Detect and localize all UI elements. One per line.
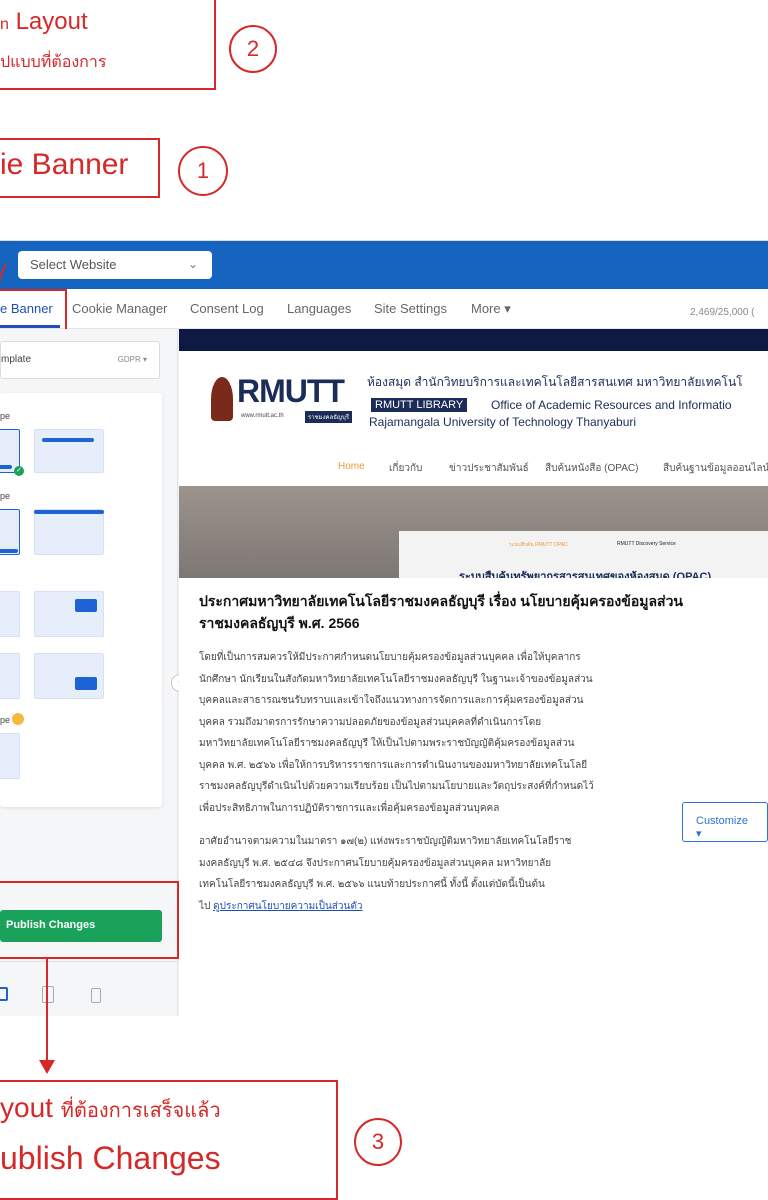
usage-counter: 2,469/25,000 ( <box>690 307 755 318</box>
annotation-step3-line1: yout ที่ต้องการเสร็จแล้ว <box>0 1092 221 1126</box>
emblem-icon <box>211 377 233 421</box>
annotation-step3-layout: yout <box>0 1092 53 1123</box>
site-logo: RMUTT www.rmutt.ac.th ราชมงคลธัญบุรี <box>197 371 369 429</box>
notice-title-line1: ประกาศมหาวิทยาลัยเทคโนโลยีราชมงคลธัญบุรี… <box>199 593 684 609</box>
notice-title-line2: ราชมงคลธัญบุรี พ.ศ. 2566 <box>199 615 360 631</box>
university-text: Rajamangala University of Technology Tha… <box>369 415 637 429</box>
hero-search-panel: ระบบสืบค้น RMUTT OPAC RMUTT Discovery Se… <box>399 531 768 578</box>
hero-caption: ระบบสืบค้นทรัพยากรสารสนเทศของห้องสมุด (O… <box>459 571 712 578</box>
layout-option-2-bar <box>42 438 94 442</box>
desktop-icon[interactable] <box>0 987 8 1001</box>
annotation-step2-number: 2 <box>229 25 277 73</box>
logo-text: RMUTT <box>237 373 345 409</box>
annotation-step3-line2: ublish Changes <box>0 1140 221 1176</box>
logo-sub: ราชมงคลธัญบุรี <box>305 411 353 423</box>
tab-more[interactable]: More ▾ <box>471 301 511 317</box>
template-value: GDPR ▾ <box>117 355 147 364</box>
annotation-arrow-line <box>46 959 48 1016</box>
para1-line: มหาวิทยาลัยเทคโนโลยีราชมงคลธัญบุรี ให้เป… <box>199 738 575 749</box>
para1-line: โดยที่เป็นการสมควรให้มีประกาศกำหนดนโยบาย… <box>199 652 581 663</box>
site-top-bar <box>179 329 768 351</box>
notice-paragraph-1: โดยที่เป็นการสมควรให้มีประกาศกำหนดนโยบาย… <box>199 647 679 819</box>
notice-paragraph-2: อาศัยอำนาจตามความในมาตรา ๑๗(๒) แห่งพระรา… <box>199 831 679 917</box>
annotation-step2-line2: ปแบบที่ต้องการ <box>0 54 107 71</box>
para2-last-prefix: ไป <box>199 900 211 912</box>
customize-button[interactable]: Customize ▾ <box>682 802 768 842</box>
site-menu-about[interactable]: เกี่ยวกับ <box>389 461 422 476</box>
annotation-step2-line1: n Layout <box>0 8 88 36</box>
layout-option-1-bar <box>0 465 12 469</box>
para1-line: บุคคลและสาธารณชนรับทราบและเข้าใจถึงแนวทา… <box>199 695 584 706</box>
tablet-icon[interactable] <box>42 986 54 1003</box>
template-label: mplate <box>1 354 32 365</box>
para1-line: เพื่อประสิทธิภาพในการปฏิบัติราชการและเพื… <box>199 802 500 814</box>
chevron-down-icon: ⌄ <box>187 257 198 271</box>
annotation-step2-prefix: n <box>0 16 9 33</box>
layout-option-6-box <box>75 599 97 612</box>
site-menu-news[interactable]: ข่าวประชาสัมพันธ์ <box>449 461 529 476</box>
site-menu-databases[interactable]: สืบค้นฐานข้อมูลออนไลน์ <box>663 461 768 476</box>
para2-last-line: ไป ดูประกาศนโยบายความเป็นส่วนตัว <box>199 896 679 918</box>
layout-option-4[interactable] <box>34 509 104 555</box>
logo-url: www.rmutt.ac.th <box>241 413 284 419</box>
layout-option-5[interactable] <box>0 591 20 637</box>
panel-divider <box>0 961 178 962</box>
site-header-thai: ห้องสมุด สำนักวิทยบริการและเทคโนโลยีสารส… <box>367 375 743 389</box>
layout-option-4-bar <box>34 510 104 514</box>
annotation-publish-highlight <box>0 881 179 959</box>
website-select[interactable]: Select Website ⌄ <box>18 251 212 279</box>
mobile-icon[interactable] <box>91 988 101 1003</box>
section-label-2: pe <box>0 491 11 501</box>
crown-icon <box>12 713 24 725</box>
para1-line: ราชมงคลธัญบุรีดำเนินไปด้วยความเรียบร้อย … <box>199 781 594 792</box>
site-hero: ระบบสืบค้น RMUTT OPAC RMUTT Discovery Se… <box>179 486 768 578</box>
policy-link[interactable]: ดูประกาศนโยบายความเป็นส่วนตัว <box>213 901 362 912</box>
section-label-1: pe <box>0 411 11 421</box>
layout-option-8-box <box>75 677 97 690</box>
section-label-3: pe <box>0 715 11 725</box>
layout-option-8[interactable] <box>34 653 104 699</box>
layout-option-9[interactable] <box>0 733 20 779</box>
hero-tab-opac[interactable]: ระบบสืบค้น RMUTT OPAC <box>509 541 568 549</box>
para2-line: อาศัยอำนาจตามความในมาตรา ๑๗(๒) แห่งพระรา… <box>199 836 572 847</box>
para2-line: มงคลธัญบุรี พ.ศ. ๒๕๔๘ จึงประกาศนโยบายคุ้… <box>199 857 552 869</box>
layout-option-3-bar <box>0 549 18 553</box>
template-select[interactable]: mplate GDPR ▾ <box>0 341 160 379</box>
annotation-arrow-head <box>39 1060 55 1074</box>
layout-option-2[interactable] <box>34 429 104 473</box>
main-nav: e Banner Cookie Manager Consent Log Lang… <box>0 289 768 329</box>
top-bar: Select Website ⌄ <box>0 241 768 289</box>
para1-line: บุคคล พ.ศ. ๒๕๖๖ เพื่อให้การบริหารราชการแ… <box>199 759 588 771</box>
check-icon: ✓ <box>14 466 24 476</box>
annotation-step3-thai: ที่ต้องการเสร็จแล้ว <box>60 1100 221 1122</box>
annotation-step1-label: ie Banner <box>0 148 129 181</box>
tab-consent-log[interactable]: Consent Log <box>190 301 264 316</box>
website-preview: RMUTT www.rmutt.ac.th ราชมงคลธัญบุรี ห้อ… <box>179 329 768 1016</box>
library-badge: RMUTT LIBRARY <box>371 398 468 412</box>
hero-tab-discovery[interactable]: RMUTT Discovery Service <box>617 541 676 547</box>
para2-line: เทคโนโลยีราชมงคลธัญบุรี พ.ศ. ๒๕๖๖ แนบท้า… <box>199 879 545 890</box>
annotation-step1-number: 1 <box>178 146 228 196</box>
website-select-label: Select Website <box>30 257 117 272</box>
annotation-step3-number: 3 <box>354 1118 402 1166</box>
site-menu-home[interactable]: Home <box>338 461 365 472</box>
app-screenshot: Select Website ⌄ e Banner Cookie Manager… <box>0 240 768 1016</box>
annotation-arrow-stem <box>46 1016 48 1062</box>
site-menu-opac[interactable]: สืบค้นหนังสือ (OPAC) <box>545 461 638 476</box>
tab-cookie-manager[interactable]: Cookie Manager <box>72 301 167 316</box>
office-text: Office of Academic Resources and Informa… <box>491 398 732 412</box>
tab-site-settings[interactable]: Site Settings <box>374 301 447 316</box>
layout-option-7[interactable] <box>0 653 20 699</box>
para1-line: บุคคล รวมถึงมาตรการรักษาความปลอดภัยของข้… <box>199 716 542 728</box>
annotation-step2-layout: Layout <box>15 8 88 35</box>
para1-line: นักศึกษา นักเรียนในสังกัดมหาวิทยาลัยเทคโ… <box>199 673 593 685</box>
tab-languages[interactable]: Languages <box>287 301 351 316</box>
layout-option-6[interactable] <box>34 591 104 637</box>
layout-options-card: pe ✓ pe pe <box>0 393 162 807</box>
